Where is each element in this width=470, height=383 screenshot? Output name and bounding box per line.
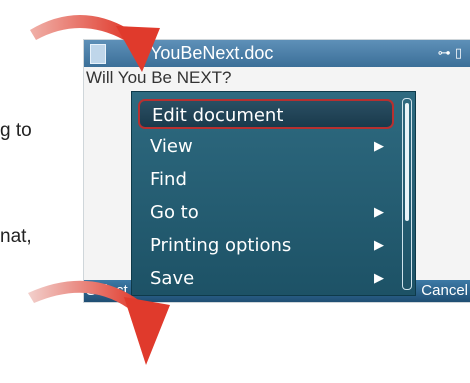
signal-icon: ⊶ ▯ [437, 46, 462, 61]
chevron-right-icon: ▶ [374, 205, 384, 220]
background-text-line-1: g to [0, 120, 32, 141]
menu-item-label: Go to [150, 202, 199, 223]
menu-item-view[interactable]: View ▶ [138, 132, 394, 162]
arrow-down-icon [28, 280, 170, 365]
menu-item-label: Printing options [150, 235, 292, 256]
scrollbar-thumb[interactable] [405, 103, 409, 221]
menu-item-edit-document[interactable]: Edit document [138, 99, 394, 129]
menu-item-label: Edit document [152, 105, 284, 126]
background-text-line-2: nat, [0, 226, 32, 247]
arrow-down-icon [30, 15, 160, 72]
cancel-softkey[interactable]: Cancel [421, 282, 468, 299]
menu-item-label: Find [150, 169, 187, 190]
chevron-right-icon: ▶ [374, 238, 384, 253]
chevron-right-icon: ▶ [374, 139, 384, 154]
menu-item-printing-options[interactable]: Printing options ▶ [138, 231, 394, 261]
menu-scrollbar[interactable] [402, 98, 412, 290]
menu-item-label: View [150, 136, 193, 157]
chevron-right-icon: ▶ [374, 271, 384, 286]
menu-item-go-to[interactable]: Go to ▶ [138, 198, 394, 228]
menu-item-find[interactable]: Find [138, 165, 394, 195]
